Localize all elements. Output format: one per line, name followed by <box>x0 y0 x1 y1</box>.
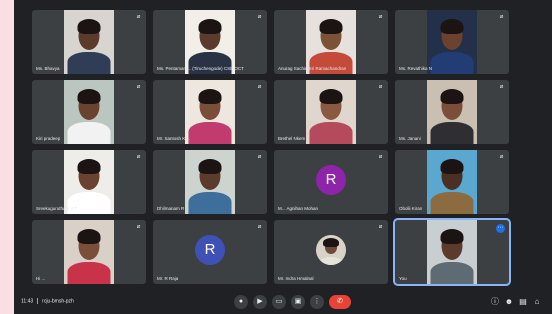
participant-name: Ms. Pentaman ... (Tiruchengode) CSE OCT <box>157 66 244 71</box>
more-options-icon[interactable]: ⋯ <box>496 224 505 233</box>
participant-tile[interactable]: Kiri pradeep ⌀ <box>32 80 146 144</box>
participant-video <box>427 150 477 214</box>
participant-tile[interactable]: Mr. Indra Hmalnal ⌀ <box>274 220 388 284</box>
participant-name: Sreekuguruthabi V T <box>36 206 78 211</box>
mic-muted-icon: ⌀ <box>136 224 141 230</box>
bottom-bar: 11:43 rcju-bmsh-pzh ● ▶ ▭ ▣ ⋮ ✆ ⓘ ☻ ▤ ⌂ <box>14 292 552 314</box>
participant-video <box>427 220 477 284</box>
participant-video <box>185 10 235 74</box>
participant-profile-photo <box>316 235 346 265</box>
mic-muted-icon: ⌀ <box>257 224 262 230</box>
participant-video <box>64 150 114 214</box>
mic-muted-icon: ⌀ <box>499 154 504 160</box>
participant-grid: Ms. Bhavya ⌀ Ms. Pentaman ... (Tiruchengod… <box>32 10 542 288</box>
participant-tile[interactable]: Ms. Revathika N ⌀ <box>395 10 509 74</box>
mic-muted-icon: ⌀ <box>499 14 504 20</box>
participant-video <box>427 80 477 144</box>
mic-muted-icon: ⌀ <box>378 224 383 230</box>
mic-muted-icon: ⌀ <box>378 14 383 20</box>
side-panel-buttons: ⓘ ☻ ▤ ⌂ <box>490 296 546 308</box>
meet-window: Ms. Bhavya ⌀ Ms. Pentaman ... (Tiruchengod… <box>14 0 552 314</box>
meeting-code: rcju-bmsh-pzh <box>42 298 74 305</box>
participant-name: Mr. Santosh K ... <box>157 136 191 141</box>
info-icon[interactable]: ⓘ <box>490 296 500 308</box>
end-call-icon[interactable]: ✆ <box>329 295 351 309</box>
mic-muted-icon: ⌀ <box>378 154 383 160</box>
participant-video <box>64 220 114 284</box>
captions-icon[interactable]: ▭ <box>272 295 286 309</box>
participant-video <box>306 10 356 74</box>
participant-tile[interactable]: Ms. Pentaman ... (Tiruchengode) CSE OCT ⌀ <box>153 10 267 74</box>
more-options-icon[interactable]: ⋮ <box>310 295 324 309</box>
participant-name: Mr. R Raja <box>157 276 179 281</box>
mic-muted-icon: ⌀ <box>257 14 262 20</box>
people-icon[interactable]: ☻ <box>504 296 514 308</box>
participant-tile[interactable]: Brethel Nkem ⌀ <box>274 80 388 144</box>
participant-name: You <box>399 276 407 281</box>
chat-icon[interactable]: ▤ <box>518 296 528 308</box>
participant-video <box>306 80 356 144</box>
present-screen-icon[interactable]: ▣ <box>291 295 305 309</box>
participant-tile[interactable]: Sreekuguruthabi V T ⌀ <box>32 150 146 214</box>
participant-video <box>185 80 235 144</box>
participant-name: Hi ... <box>36 276 46 281</box>
participant-video <box>185 150 235 214</box>
mic-muted-icon: ⌀ <box>136 14 141 20</box>
participant-avatar: R <box>195 235 225 265</box>
participant-name: M... Agnihan Mohan <box>278 206 319 211</box>
meeting-time: 11:43 <box>21 298 34 305</box>
meeting-details[interactable]: 11:43 rcju-bmsh-pzh <box>21 298 74 304</box>
participant-tile[interactable]: Ms. Janani ⌀ <box>395 80 509 144</box>
participant-name: Ms. Revathika N <box>399 66 433 71</box>
mic-muted-icon: ⌀ <box>257 84 262 90</box>
mic-muted-icon: ⌀ <box>136 84 141 90</box>
participant-video <box>427 10 477 74</box>
mic-muted-icon: ⌀ <box>136 154 141 160</box>
participant-name: Mr. Indra Hmalnal <box>278 276 314 281</box>
participant-name: Brethel Nkem <box>278 136 306 141</box>
mic-muted-icon: ⌀ <box>378 84 383 90</box>
separator <box>37 298 39 304</box>
mic-muted-icon: ⌀ <box>499 84 504 90</box>
participant-name: Ms. Bhavya <box>36 66 60 71</box>
participant-video <box>64 80 114 144</box>
participant-tile[interactable]: Ms. Bhavya ⌀ <box>32 10 146 74</box>
participant-name: Dhilmanam R <box>157 206 185 211</box>
participant-tile[interactable]: R Mr. R Raja ⌀ <box>153 220 267 284</box>
participant-name: Kiri pradeep <box>36 136 61 141</box>
participant-tile[interactable]: Obolii Kiran ⌀ <box>395 150 509 214</box>
participant-tile[interactable]: Hi ... ⌀ <box>32 220 146 284</box>
page-left-margin <box>0 0 14 314</box>
participant-avatar: R <box>316 165 346 195</box>
microphone-icon[interactable]: ● <box>234 295 248 309</box>
mic-muted-icon: ⌀ <box>257 154 262 160</box>
participant-tile[interactable]: Dhilmanam R ⌀ <box>153 150 267 214</box>
participant-tile[interactable]: Anurag Sachin Sri Ramachandran ⌀ <box>274 10 388 74</box>
participant-tile[interactable]: You ⋯ <box>393 218 511 286</box>
participant-tile[interactable]: R M... Agnihan Mohan ⌀ <box>274 150 388 214</box>
participant-name: Obolii Kiran <box>399 206 423 211</box>
participant-name: Ms. Janani <box>399 136 421 141</box>
participant-tile[interactable]: Mr. Santosh K ... ⌀ <box>153 80 267 144</box>
activities-icon[interactable]: ⌂ <box>532 296 542 308</box>
participant-name: Anurag Sachin Sri Ramachandran <box>278 66 347 71</box>
participant-video <box>64 10 114 74</box>
camera-icon[interactable]: ▶ <box>253 295 267 309</box>
